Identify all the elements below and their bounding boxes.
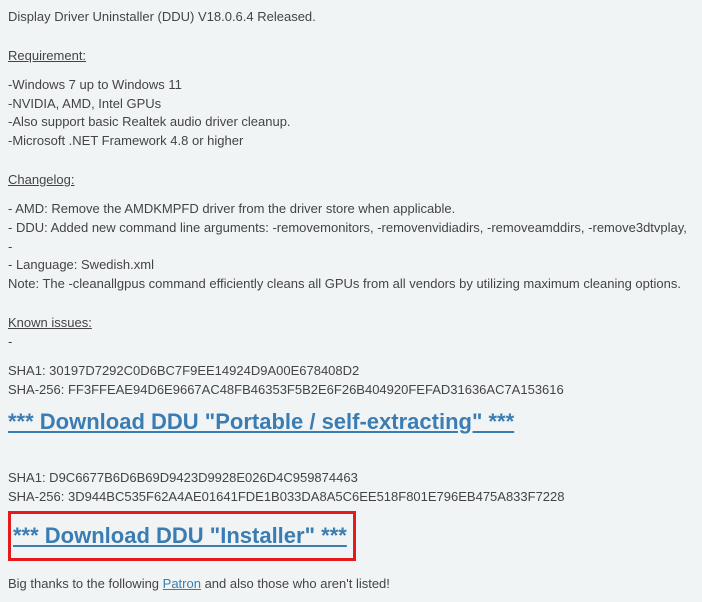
download-installer-highlight: *** Download DDU "Installer" *** [8,511,356,561]
known-issues-list: - [8,333,694,352]
changelog-heading: Changelog: [8,171,75,190]
thanks-prefix: Big thanks to the following [8,576,163,591]
release-title: Display Driver Uninstaller (DDU) V18.0.6… [8,8,694,27]
download-installer-link[interactable]: *** Download DDU "Installer" *** [13,520,347,552]
hash-block-portable: SHA1: 30197D7292C0D6BC7F9EE14924D9A00E67… [8,362,694,400]
changelog-list: - AMD: Remove the AMDKMPFD driver from t… [8,200,694,294]
patron-link[interactable]: Patron [163,576,201,591]
download-portable-link[interactable]: *** Download DDU "Portable / self-extrac… [8,406,514,438]
thanks-line: Big thanks to the following Patron and a… [8,575,694,594]
requirement-list: -Windows 7 up to Windows 11 -NVIDIA, AMD… [8,76,694,151]
known-issues-heading: Known issues: [8,314,92,333]
hash-block-installer: SHA1: D9C6677B6D6B69D9423D9928E026D4C959… [8,469,694,507]
requirement-heading: Requirement: [8,47,86,66]
thanks-suffix: and also those who aren't listed! [201,576,390,591]
